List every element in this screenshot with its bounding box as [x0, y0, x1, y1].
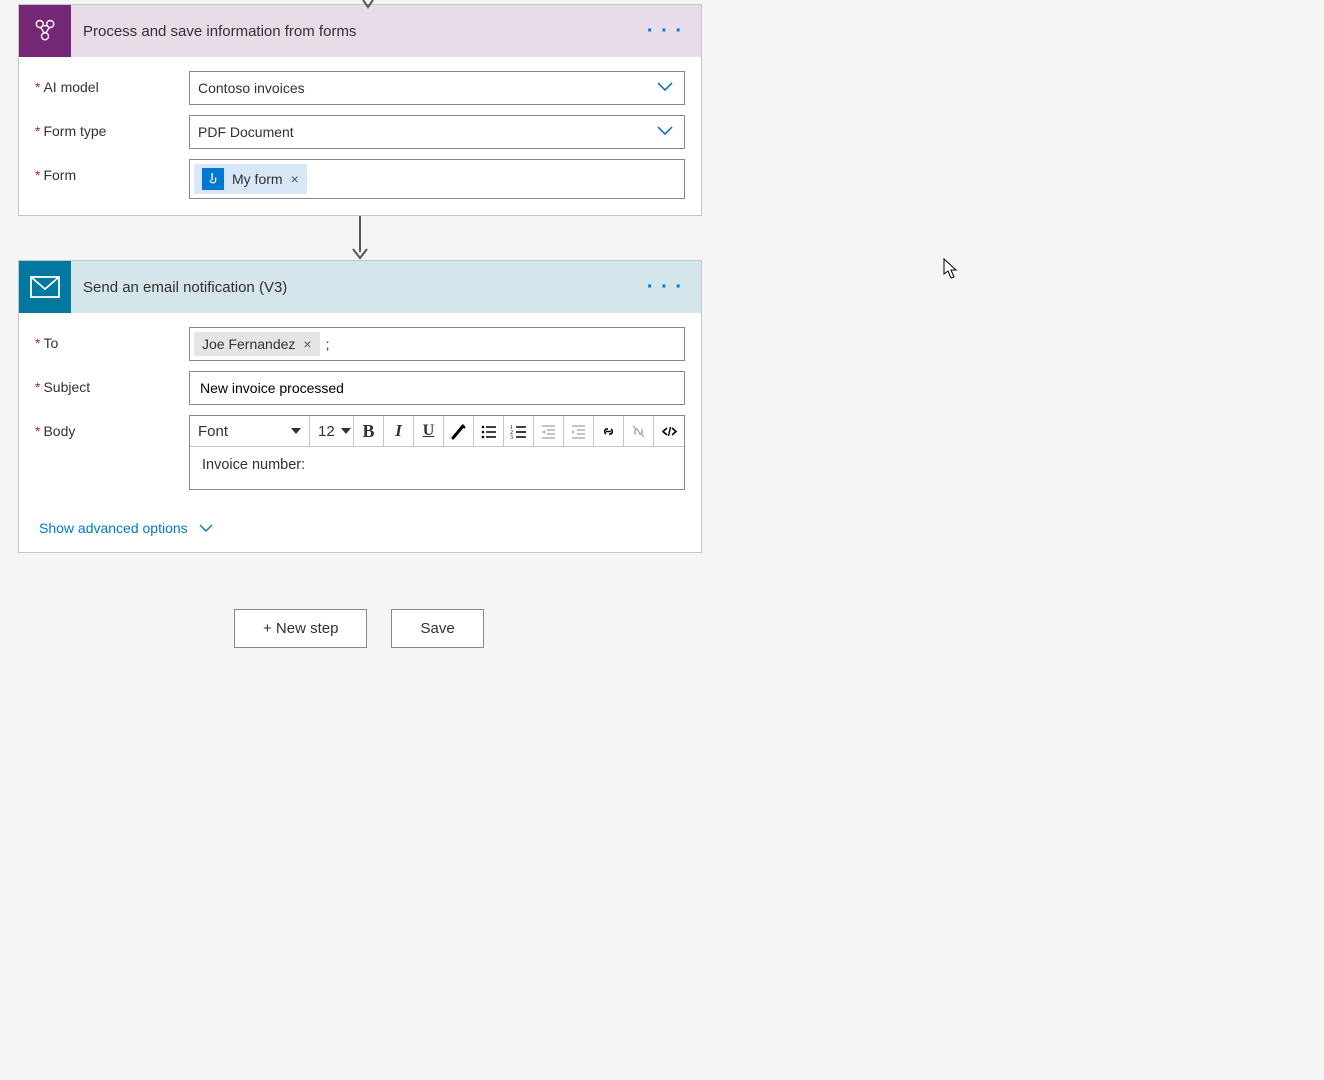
- form-token-chip[interactable]: My form ×: [194, 164, 307, 194]
- form-chip-label: My form: [232, 171, 283, 187]
- card-menu-button[interactable]: · · ·: [637, 20, 693, 43]
- connector-arrowhead-top: [362, 0, 374, 6]
- bulleted-list-button[interactable]: [474, 416, 504, 446]
- card-ai-title: Process and save information from forms: [83, 23, 625, 40]
- numbered-list-button[interactable]: 123: [504, 416, 534, 446]
- rich-text-editor: Font 12 B I U: [189, 415, 685, 490]
- form-type-value: PDF Document: [198, 124, 294, 140]
- italic-button[interactable]: I: [384, 416, 414, 446]
- outdent-button[interactable]: [534, 416, 564, 446]
- card-ai-form: Process and save information from forms …: [18, 4, 702, 216]
- caret-down-icon: [291, 428, 301, 434]
- hand-touch-icon: [202, 168, 224, 190]
- ai-builder-icon: [19, 5, 71, 57]
- card-email-header[interactable]: Send an email notification (V3) · · ·: [19, 261, 701, 313]
- to-input[interactable]: Joe Fernandez × ;: [189, 327, 685, 361]
- code-view-button[interactable]: [654, 416, 684, 446]
- card-menu-button[interactable]: · · ·: [637, 276, 693, 299]
- chevron-down-icon: [656, 80, 674, 96]
- remove-chip-button[interactable]: ×: [303, 336, 311, 352]
- indent-button[interactable]: [564, 416, 594, 446]
- save-button[interactable]: Save: [391, 609, 483, 648]
- label-body: *Body: [35, 415, 189, 439]
- form-type-select[interactable]: PDF Document: [189, 115, 685, 149]
- underline-button[interactable]: U: [414, 416, 444, 446]
- mouse-cursor-icon: [943, 258, 959, 280]
- footer-actions: + New step Save: [234, 609, 702, 648]
- form-input[interactable]: My form ×: [189, 159, 685, 199]
- show-advanced-options[interactable]: Show advanced options: [39, 520, 214, 536]
- font-color-button[interactable]: [444, 416, 474, 446]
- label-form: *Form: [35, 159, 189, 183]
- email-icon: [19, 261, 71, 313]
- bold-button[interactable]: B: [354, 416, 384, 446]
- label-to: *To: [35, 327, 189, 351]
- subject-input[interactable]: [189, 371, 685, 405]
- card-ai-header[interactable]: Process and save information from forms …: [19, 5, 701, 57]
- body-textarea[interactable]: Invoice number:: [190, 447, 684, 489]
- card-email-title: Send an email notification (V3): [83, 279, 625, 296]
- link-button[interactable]: [594, 416, 624, 446]
- font-size-select[interactable]: 12: [310, 416, 354, 446]
- remove-chip-button[interactable]: ×: [291, 171, 299, 187]
- ai-model-select[interactable]: Contoso invoices: [189, 71, 685, 105]
- label-form-type: *Form type: [35, 115, 189, 139]
- ai-model-value: Contoso invoices: [198, 80, 305, 96]
- new-step-button[interactable]: + New step: [234, 609, 367, 648]
- unlink-button[interactable]: [624, 416, 654, 446]
- recipient-separator: ;: [326, 336, 330, 352]
- font-family-select[interactable]: Font: [190, 416, 310, 446]
- label-subject: *Subject: [35, 371, 189, 395]
- label-ai-model: *AI model: [35, 71, 189, 95]
- recipient-chip[interactable]: Joe Fernandez ×: [194, 332, 320, 356]
- chevron-down-icon: [198, 520, 214, 536]
- recipient-chip-label: Joe Fernandez: [202, 336, 295, 352]
- connector-arrow: [18, 216, 702, 260]
- caret-down-icon: [341, 428, 351, 434]
- card-email: Send an email notification (V3) · · · *T…: [18, 260, 702, 553]
- svg-text:3: 3: [510, 435, 513, 440]
- chevron-down-icon: [656, 124, 674, 140]
- editor-toolbar: Font 12 B I U: [190, 416, 684, 447]
